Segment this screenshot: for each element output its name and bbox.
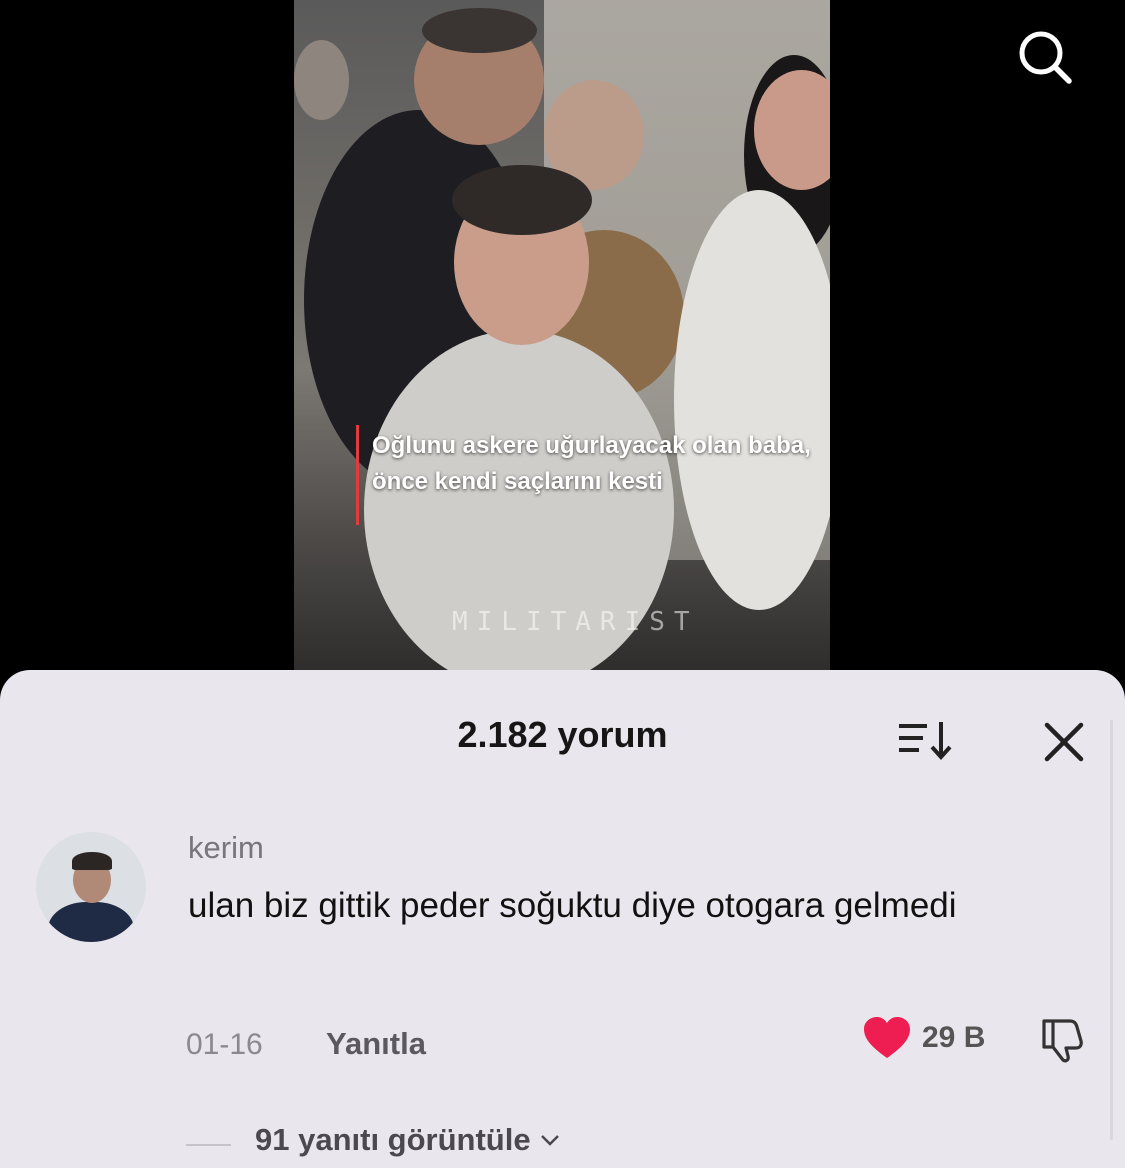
comment-date: 01-16 bbox=[186, 1028, 263, 1061]
comments-sheet: 2.182 yorum kerim ulan biz gittik peder bbox=[0, 670, 1125, 1168]
avatar-hair bbox=[72, 852, 112, 870]
chevron-down-icon bbox=[540, 1135, 559, 1146]
thumbs-down-icon bbox=[1042, 1019, 1083, 1063]
replies-divider bbox=[186, 1144, 231, 1146]
avatar[interactable] bbox=[36, 832, 146, 942]
close-icon bbox=[1044, 722, 1084, 762]
video-father-hair bbox=[422, 8, 537, 53]
video-caption: Oğlunu askere uğurlayacak olan baba, önc… bbox=[372, 432, 811, 495]
close-button[interactable] bbox=[1035, 713, 1093, 771]
search-icon bbox=[1019, 31, 1072, 84]
sort-icon bbox=[899, 722, 952, 760]
sort-button[interactable] bbox=[895, 718, 957, 764]
search-button[interactable] bbox=[1010, 22, 1080, 92]
reply-button[interactable]: Yanıtla bbox=[326, 1026, 426, 1062]
like-button[interactable]: 29 B bbox=[862, 1016, 985, 1060]
avatar-body bbox=[48, 902, 134, 942]
screen: Oğlunu askere uğurlayacak olan baba, önc… bbox=[0, 0, 1125, 1168]
comment-username[interactable]: kerim bbox=[188, 830, 264, 866]
view-replies-label: 91 yanıtı görüntüle bbox=[255, 1122, 531, 1157]
video-player[interactable]: Oğlunu askere uğurlayacak olan baba, önc… bbox=[294, 0, 830, 672]
caption-accent-bar bbox=[356, 425, 359, 525]
view-replies-button[interactable]: 91 yanıtı görüntüle bbox=[255, 1122, 561, 1158]
comment-text: ulan biz gittik peder soğuktu diye otoga… bbox=[188, 886, 957, 925]
video-watermark: MILITARIST bbox=[452, 607, 699, 637]
video-bystander bbox=[294, 40, 349, 120]
scrollbar[interactable] bbox=[1110, 720, 1113, 1140]
dislike-button[interactable] bbox=[1038, 1015, 1088, 1063]
heart-icon bbox=[864, 1017, 910, 1058]
video-woman-body bbox=[674, 190, 830, 610]
like-count: 29 B bbox=[922, 1021, 986, 1054]
video-son-hair bbox=[452, 165, 592, 235]
